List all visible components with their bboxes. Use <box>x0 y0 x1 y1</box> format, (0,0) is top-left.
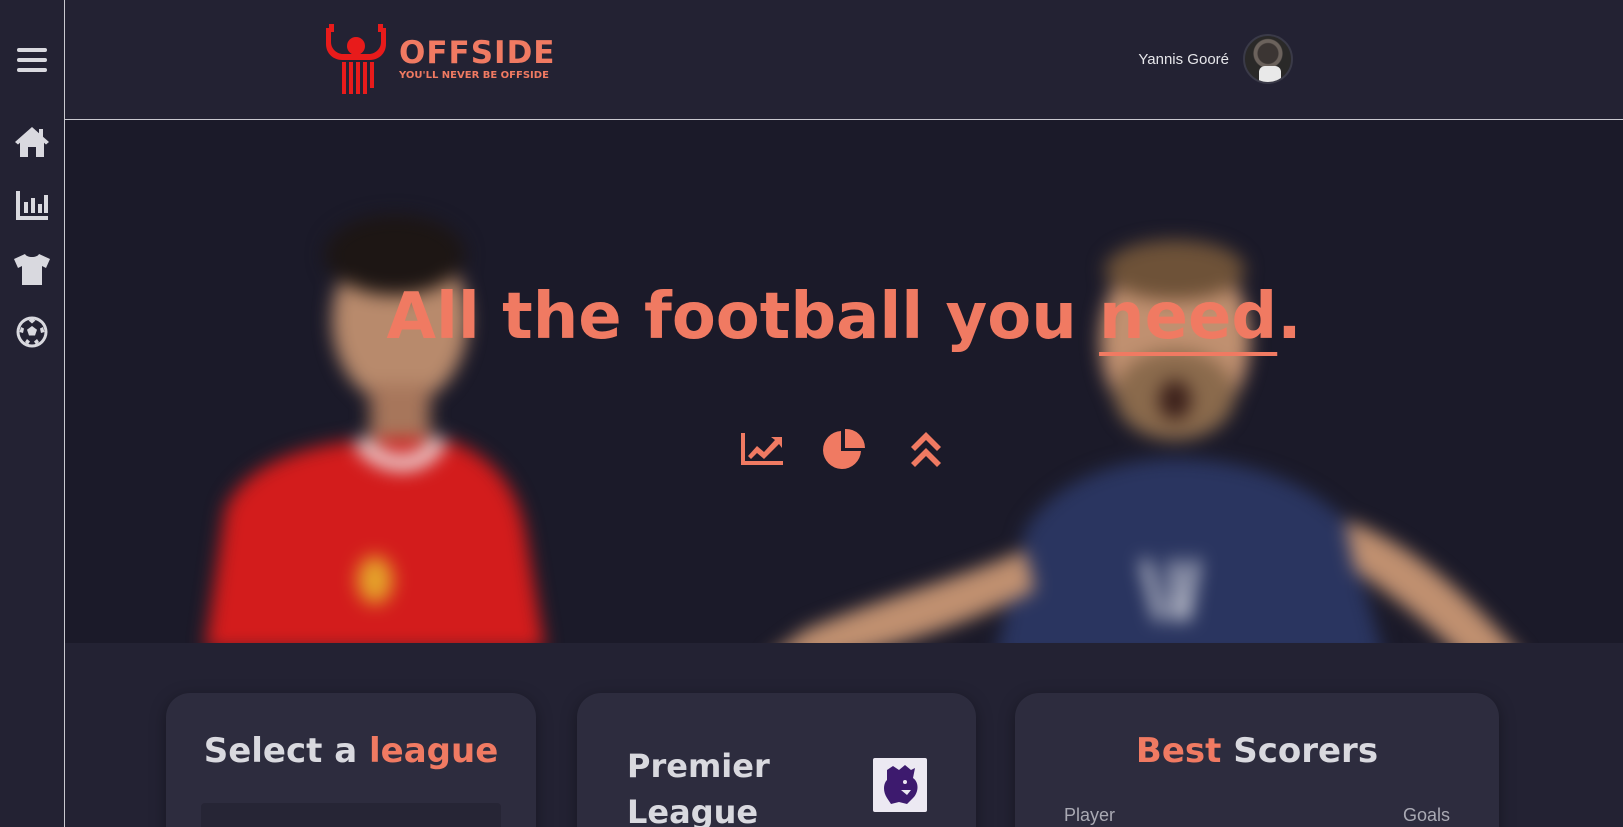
menu-button[interactable] <box>12 40 52 80</box>
scroll-up-button[interactable] <box>902 425 950 473</box>
hero-title-suffix: . <box>1277 280 1302 354</box>
sidebar-item-stats[interactable] <box>12 185 52 225</box>
best-scorers-title-plain: Scorers <box>1221 731 1379 771</box>
sidebar-item-matches[interactable] <box>12 312 52 352</box>
offside-logo-icon <box>326 24 386 94</box>
premier-league-logo <box>873 758 927 812</box>
stats-chart-icon <box>16 191 48 220</box>
top-header: OFFSIDE YOU'LL NEVER BE OFFSIDE Yannis G… <box>65 0 1623 120</box>
football-icon <box>16 316 48 348</box>
best-scorers-card: Best Scorers Player Goals <box>1015 693 1499 827</box>
hero-feature-icons <box>65 425 1623 473</box>
best-scorers-title-accent: Best <box>1135 731 1222 771</box>
sidebar-item-teams[interactable] <box>12 249 52 289</box>
line-chart-icon <box>741 433 783 465</box>
double-chevron-up-icon <box>911 432 941 467</box>
app-logo[interactable]: OFFSIDE YOU'LL NEVER BE OFFSIDE <box>323 24 555 96</box>
sidebar-item-home[interactable] <box>12 122 52 162</box>
shirt-icon <box>14 254 50 285</box>
hero-banner: All the football you need. <box>65 120 1623 643</box>
column-header-goals: Goals <box>1402 805 1450 825</box>
league-select-title-plain: Select a <box>203 731 370 771</box>
league-select-title-accent: league <box>369 731 499 771</box>
column-header-player: Player <box>1064 805 1116 825</box>
hero-title-emphasis: need <box>1099 280 1278 354</box>
league-select-title: Select a league <box>166 731 536 771</box>
league-dropdown[interactable] <box>201 803 501 827</box>
line-chart-button[interactable] <box>738 425 786 473</box>
hero-title-prefix: All the football you <box>386 280 1100 354</box>
best-scorers-title: Best Scorers <box>1015 731 1499 771</box>
home-icon <box>15 127 49 157</box>
avatar[interactable] <box>1243 34 1293 84</box>
league-info-card: Premier League <box>577 693 976 827</box>
sidebar <box>0 0 65 827</box>
lion-crest-icon <box>884 765 918 804</box>
app-tagline: YOU'LL NEVER BE OFFSIDE <box>399 70 549 81</box>
app-name: OFFSIDE <box>399 35 556 71</box>
hero-title: All the football you need. <box>65 280 1623 354</box>
league-select-card: Select a league <box>166 693 536 827</box>
pie-chart-icon <box>823 428 865 469</box>
user-profile[interactable]: Yannis Gooré <box>1138 34 1293 84</box>
user-name: Yannis Gooré <box>1138 50 1229 68</box>
menu-icon <box>17 48 47 72</box>
league-name: Premier League <box>627 747 770 827</box>
pie-chart-button[interactable] <box>820 425 868 473</box>
